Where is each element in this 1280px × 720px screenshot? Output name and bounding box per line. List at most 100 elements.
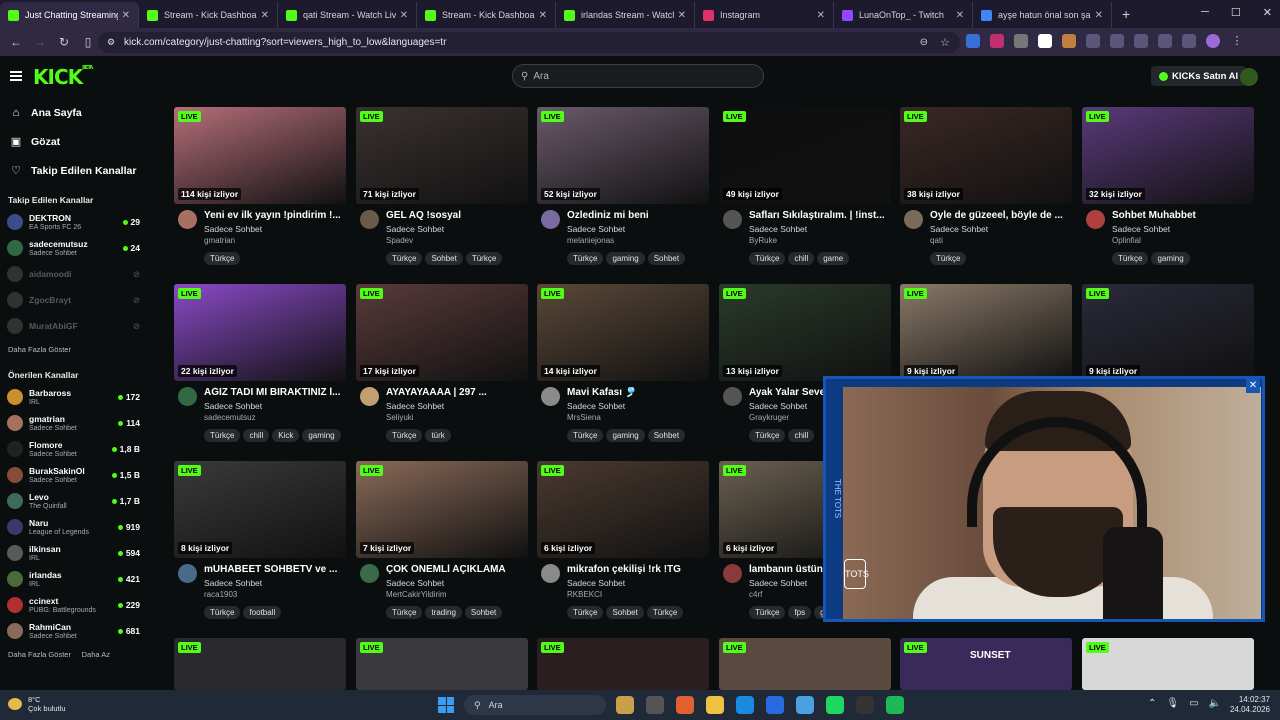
avatar[interactable] [178, 564, 197, 583]
tag-chip[interactable]: Sohbet [606, 606, 644, 619]
streamer-name[interactable]: c4rf [749, 590, 762, 599]
tab-close-icon[interactable]: ✕ [539, 10, 547, 21]
streamer-name[interactable]: gmatrian [204, 236, 235, 245]
tag-chip[interactable]: Kick [272, 429, 300, 442]
maximize-icon[interactable]: ☐ [1231, 6, 1241, 19]
tab-close-icon[interactable]: ✕ [956, 10, 964, 21]
tag-chip[interactable]: chill [788, 252, 815, 265]
stream-thumbnail[interactable]: LIVE [174, 638, 346, 690]
stream-thumbnail[interactable]: LIVE [537, 638, 709, 690]
volume-icon[interactable]: 🔈 [1209, 698, 1221, 709]
stream-thumbnail[interactable]: LIVE 9 kişi izliyor [900, 284, 1072, 381]
taskbar-search[interactable]: ⚲ Ara [464, 695, 606, 715]
stream-title[interactable]: Mavi Kafası 🎐 [567, 387, 707, 398]
tag-chip[interactable]: Türkçe [386, 252, 423, 265]
sidebar-channel[interactable]: Barbaross IRL 172 [0, 384, 146, 410]
stream-category[interactable]: Sadece Sohbet [567, 224, 625, 234]
avatar[interactable] [360, 387, 379, 406]
streamer-name[interactable]: MrsSiena [567, 413, 601, 422]
chevron-up-icon[interactable]: ⌃ [1148, 698, 1156, 709]
tab-close-icon[interactable]: ✕ [261, 10, 269, 21]
minimize-icon[interactable]: ─ [1201, 6, 1209, 19]
stream-thumbnail[interactable]: LIVE 32 kişi izliyor [1082, 107, 1254, 204]
profile-avatar[interactable] [1206, 34, 1220, 48]
search-input[interactable]: ⚲ Ara [512, 64, 764, 88]
tag-chip[interactable]: trading [425, 606, 462, 619]
streamer-name[interactable]: Spadev [386, 236, 413, 245]
stream-title[interactable]: Öyle de güzeeel, böyle de ... [930, 210, 1070, 221]
taskbar-app-icon[interactable] [676, 696, 694, 714]
stream-category[interactable]: Sadece Sohbet [930, 224, 988, 234]
streamer-name[interactable]: sadecemutsuz [204, 413, 256, 422]
extension-icon[interactable] [1014, 34, 1028, 48]
stream-category[interactable]: Sadece Sohbet [749, 578, 807, 588]
sidebar-channel[interactable]: Naru League of Legends 919 [0, 514, 146, 540]
avatar[interactable] [541, 387, 560, 406]
download-icon[interactable] [1158, 34, 1172, 48]
history-icon[interactable] [1134, 34, 1148, 48]
sidebar-channel[interactable]: DEKTRON EA Sports FC 26 29 [0, 209, 146, 235]
avatar[interactable] [904, 210, 923, 229]
stream-thumbnail[interactable]: LIVE 49 kişi izliyor [719, 107, 891, 204]
browser-tab[interactable]: qati Stream - Watch Live o ✕ [278, 2, 417, 28]
display-icon[interactable]: ▭ [1189, 698, 1198, 709]
taskbar-app-icon[interactable] [856, 696, 874, 714]
tag-chip[interactable]: Türkçe [749, 429, 786, 442]
kick-logo[interactable]: KICKBETA [33, 65, 93, 89]
extension-icon[interactable] [1038, 34, 1052, 48]
taskbar-clock[interactable]: 14:02:37 24.04.2026 [1230, 695, 1270, 715]
stream-thumbnail[interactable]: LIVE 114 kişi izliyor [174, 107, 346, 204]
close-player-icon[interactable]: ✕ [1246, 379, 1260, 393]
sidebar-channel[interactable]: ccinext PUBG: Battlegrounds 229 [0, 592, 146, 618]
stream-category[interactable]: Sadece Sohbet [386, 224, 444, 234]
weather-widget[interactable]: 8°C Çok bulutlu [8, 695, 66, 713]
tag-chip[interactable]: Türkçe [930, 252, 967, 265]
sidebar-channel[interactable]: Flomore Sadece Sohbet 1,8 B [0, 436, 146, 462]
browser-tab[interactable]: ayşe hatun önal son şarkı ✕ [973, 2, 1112, 28]
avatar[interactable] [178, 387, 197, 406]
tag-chip[interactable]: Türkçe [465, 252, 503, 265]
stream-title[interactable]: ÇOK ÖNEMLİ AÇIKLAMA [386, 564, 526, 575]
extension-icon[interactable] [1062, 34, 1076, 48]
tab-close-icon[interactable]: ✕ [817, 10, 825, 21]
puzzle-icon[interactable] [1086, 34, 1100, 48]
stream-thumbnail[interactable]: LIVE 14 kişi izliyor [537, 284, 709, 381]
tag-chip[interactable]: Türkçe [749, 252, 786, 265]
stream-category[interactable]: Sadece Sohbet [204, 224, 262, 234]
streamer-name[interactable]: melaniejonas [567, 236, 614, 245]
tag-chip[interactable]: Türkçe [567, 606, 604, 619]
taskbar-app-icon[interactable] [826, 696, 844, 714]
streamer-name[interactable]: raca1903 [204, 590, 237, 599]
tab-close-icon[interactable]: ✕ [400, 10, 408, 21]
extension-icon[interactable] [1110, 34, 1124, 48]
sidebar-channel[interactable]: Levo The Quinfall 1,7 B [0, 488, 146, 514]
taskbar-app-icon[interactable] [886, 696, 904, 714]
taskbar-app-icon[interactable] [766, 696, 784, 714]
tag-chip[interactable]: Türkçe [567, 252, 604, 265]
url-field[interactable]: ⚙ kick.com/category/just-chatting?sort=v… [98, 32, 960, 53]
tab-close-icon[interactable]: ✕ [678, 10, 686, 21]
tab-close-icon[interactable]: ✕ [122, 10, 130, 21]
stream-category[interactable]: Sadece Sohbet [386, 578, 444, 588]
sidebar-channel[interactable]: aidamoodi ⊘ [0, 261, 146, 287]
mini-player[interactable]: THE TOTS TOTS ✕ [823, 376, 1265, 622]
stream-thumbnail[interactable]: LIVE 8 kişi izliyor [174, 461, 346, 558]
show-more-link[interactable]: Daha Fazla Göster Daha Az [0, 644, 146, 665]
avatar[interactable] [541, 564, 560, 583]
site-info-icon[interactable]: ⚙ [107, 37, 115, 48]
tag-chip[interactable]: fps [788, 606, 812, 619]
stream-title[interactable]: mUHABEET SOHBETV ve ... [204, 564, 344, 575]
streamer-name[interactable]: Graykruger [749, 413, 789, 422]
browser-tab[interactable]: Stream - Kick Dashboard ✕ [139, 2, 278, 28]
stream-title[interactable]: Safları Sıkılaştıralım. | !inst... [749, 210, 889, 221]
stream-category[interactable]: Sadece Sohbet [1112, 224, 1170, 234]
tag-chip[interactable]: game [817, 252, 850, 265]
menu-dots-icon[interactable]: ⋮ [1230, 34, 1244, 48]
tag-chip[interactable]: Türkçe [567, 429, 604, 442]
tag-chip[interactable]: Türkçe [204, 606, 241, 619]
taskbar-app-icon[interactable] [706, 696, 724, 714]
tag-chip[interactable]: football [243, 606, 282, 619]
tag-chip[interactable]: gaming [606, 252, 645, 265]
taskbar-app-icon[interactable] [646, 696, 664, 714]
stream-thumbnail[interactable]: LIVE [356, 638, 528, 690]
